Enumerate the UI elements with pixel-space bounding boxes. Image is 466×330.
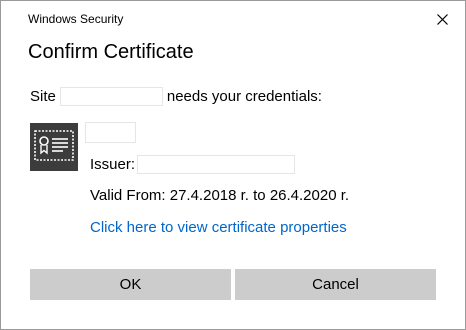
site-name-redacted [59,87,163,106]
close-icon [436,13,448,25]
ok-button[interactable]: OK [30,269,231,300]
close-button[interactable] [419,1,465,37]
view-certificate-link[interactable]: Click here to view certificate propertie… [90,219,347,236]
dialog-heading: Confirm Certificate [28,41,194,63]
site-suffix: needs your credentials: [166,88,322,105]
cancel-button[interactable]: Cancel [235,269,436,300]
credential-dialog: Windows Security Confirm Certificate Sit… [0,0,466,330]
issuer-line: Issuer: [90,155,296,174]
site-line: Site needs your credentials: [30,87,322,106]
title-bar: Windows Security [1,1,465,37]
issuer-value-redacted [137,155,296,174]
issuer-label: Issuer: [90,156,136,173]
window-title: Windows Security [28,12,124,26]
validity-text: Valid From: 27.4.2018 r. to 26.4.2020 r. [90,187,350,204]
site-prefix: Site [30,88,56,105]
certificate-name-redacted [85,122,136,143]
certificate-icon [30,123,78,171]
